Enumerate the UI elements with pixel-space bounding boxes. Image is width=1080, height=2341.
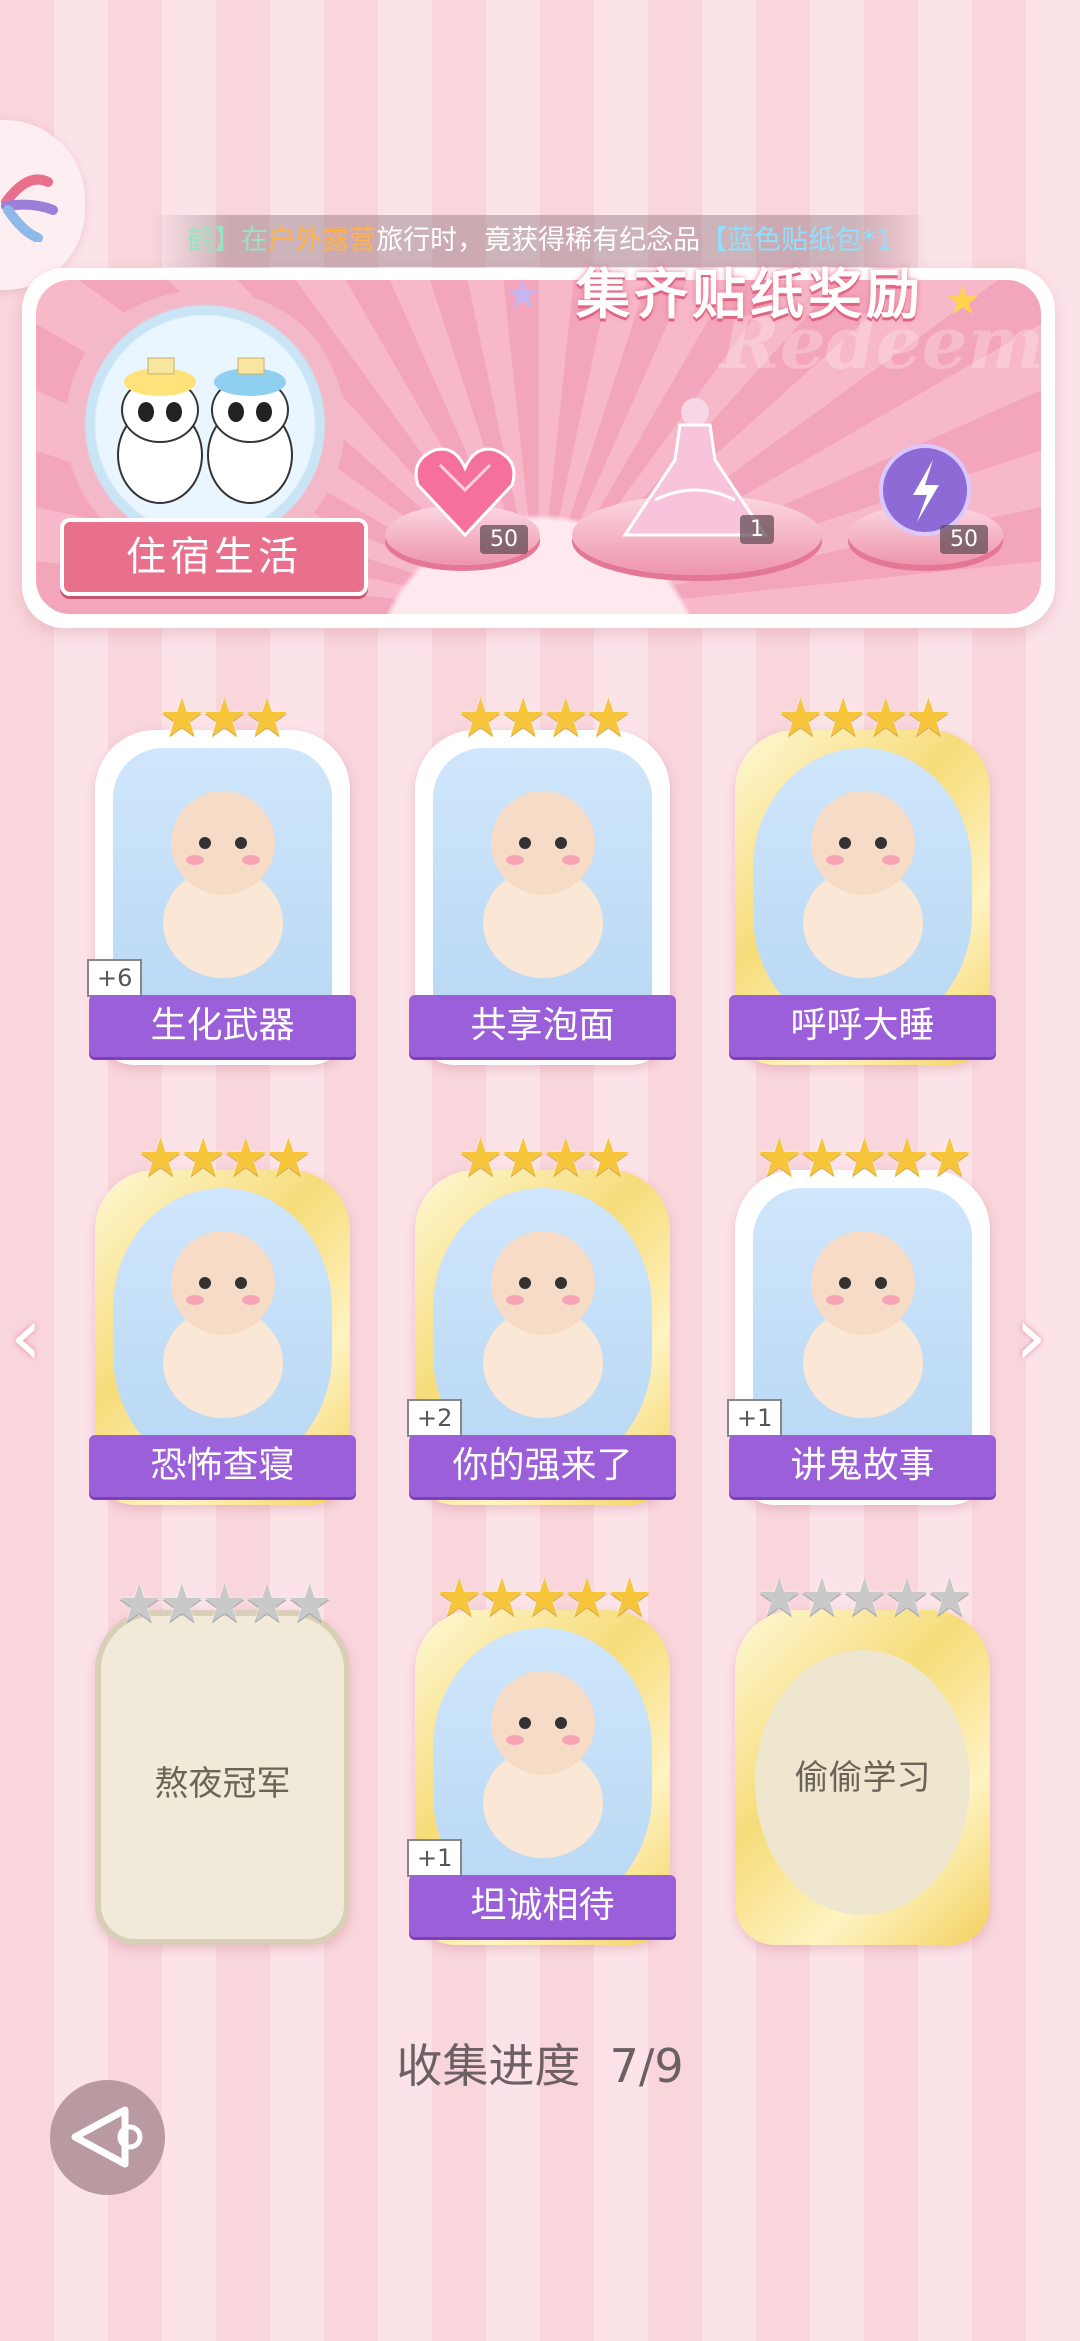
star-rating-icon: ★★★★★ bbox=[435, 1568, 653, 1628]
dorm-auntie-icon bbox=[113, 1188, 332, 1475]
sticker-card[interactable]: ★★★★ +2 你的强来了 bbox=[407, 1128, 676, 1505]
star-rating-icon: ★★★★ bbox=[137, 1128, 311, 1188]
reward-count: 1 bbox=[740, 515, 774, 544]
sticker-name: 共享泡面 bbox=[409, 995, 676, 1057]
progress-value: 7/9 bbox=[609, 2039, 684, 2093]
ticker-text: 旅行时，竟获得稀有纪念品 bbox=[376, 225, 701, 256]
star-rating-icon: ★★★ bbox=[158, 688, 291, 748]
sticker-name: 生化武器 bbox=[89, 995, 356, 1057]
banner-title: 集齐贴纸奖励 bbox=[576, 263, 924, 326]
sticker-card[interactable]: ★★★★★ +1 讲鬼故事 bbox=[727, 1128, 996, 1505]
sticker-card[interactable]: ★★★ +6 生化武器 bbox=[87, 688, 356, 1065]
prev-page-arrow-icon[interactable]: ‹ bbox=[10, 1290, 42, 1383]
star-rating-icon: ★★★★ bbox=[457, 1128, 631, 1188]
sticker-name: 熬夜冠军 bbox=[154, 1764, 291, 1804]
capybara-pajama-icon bbox=[113, 748, 332, 1035]
next-page-arrow-icon[interactable]: › bbox=[1015, 1290, 1047, 1383]
sticker-name: 讲鬼故事 bbox=[729, 1435, 996, 1497]
star-rating-icon: ★★★★★ bbox=[755, 1128, 973, 1188]
sticker-card[interactable]: ★★★★★ 熬夜冠军 bbox=[95, 1574, 350, 1945]
cockroach-icon bbox=[433, 1188, 652, 1475]
sleeping-boy-icon bbox=[753, 748, 972, 1035]
ticker-item: 【蓝色贴纸包*1 bbox=[700, 225, 893, 256]
progress-label: 收集进度 bbox=[396, 2039, 581, 2093]
sticker-card[interactable]: ★★★★★ +1 坦诚相待 bbox=[407, 1568, 676, 1945]
sticker-card[interactable]: ★★★★ 共享泡面 bbox=[409, 688, 676, 1065]
duplicate-count-badge: +1 bbox=[407, 1839, 463, 1877]
reward-count: 50 bbox=[940, 525, 988, 554]
sticker-card[interactable]: ★★★★ 呼呼大睡 bbox=[729, 688, 996, 1065]
ghost-boy-icon bbox=[753, 1188, 972, 1475]
star-rating-icon: ★★★★ bbox=[777, 688, 951, 748]
sticker-name: 坦诚相待 bbox=[409, 1875, 676, 1937]
back-button[interactable] bbox=[50, 2080, 165, 2195]
sticker-name: 偷偷学习 bbox=[794, 1758, 931, 1798]
sticker-card[interactable]: ★★★★★ 偷偷学习 bbox=[735, 1568, 990, 1945]
back-arrow-icon bbox=[71, 2106, 143, 2168]
sticker-name: 呼呼大睡 bbox=[729, 995, 996, 1057]
duplicate-count-badge: +2 bbox=[407, 1399, 463, 1437]
menu-flower-button[interactable] bbox=[0, 120, 85, 290]
reward-count: 50 bbox=[480, 525, 528, 554]
ticker-place: 户外露营 bbox=[268, 225, 377, 256]
star-decoration-icon: ★ bbox=[505, 272, 541, 318]
bunny-noodles-icon bbox=[433, 748, 652, 1035]
sticker-name: 恐怖查寝 bbox=[89, 1435, 356, 1497]
duplicate-count-badge: +1 bbox=[727, 1399, 783, 1437]
star-rating-icon: ★★★★★ bbox=[755, 1568, 973, 1628]
star-rating-icon: ★★★★★ bbox=[115, 1574, 333, 1634]
sticker-name: 你的强来了 bbox=[409, 1435, 676, 1497]
pandas-bath-icon bbox=[433, 1628, 652, 1915]
duplicate-count-badge: +6 bbox=[87, 959, 143, 997]
album-name-tag: 住宿生活 bbox=[60, 518, 368, 596]
sticker-card[interactable]: ★★★★ 恐怖查寝 bbox=[89, 1128, 356, 1505]
ticker-prefix: 鹤】在 bbox=[187, 225, 269, 256]
star-rating-icon: ★★★★ bbox=[457, 688, 631, 748]
flower-icon bbox=[1, 174, 58, 242]
